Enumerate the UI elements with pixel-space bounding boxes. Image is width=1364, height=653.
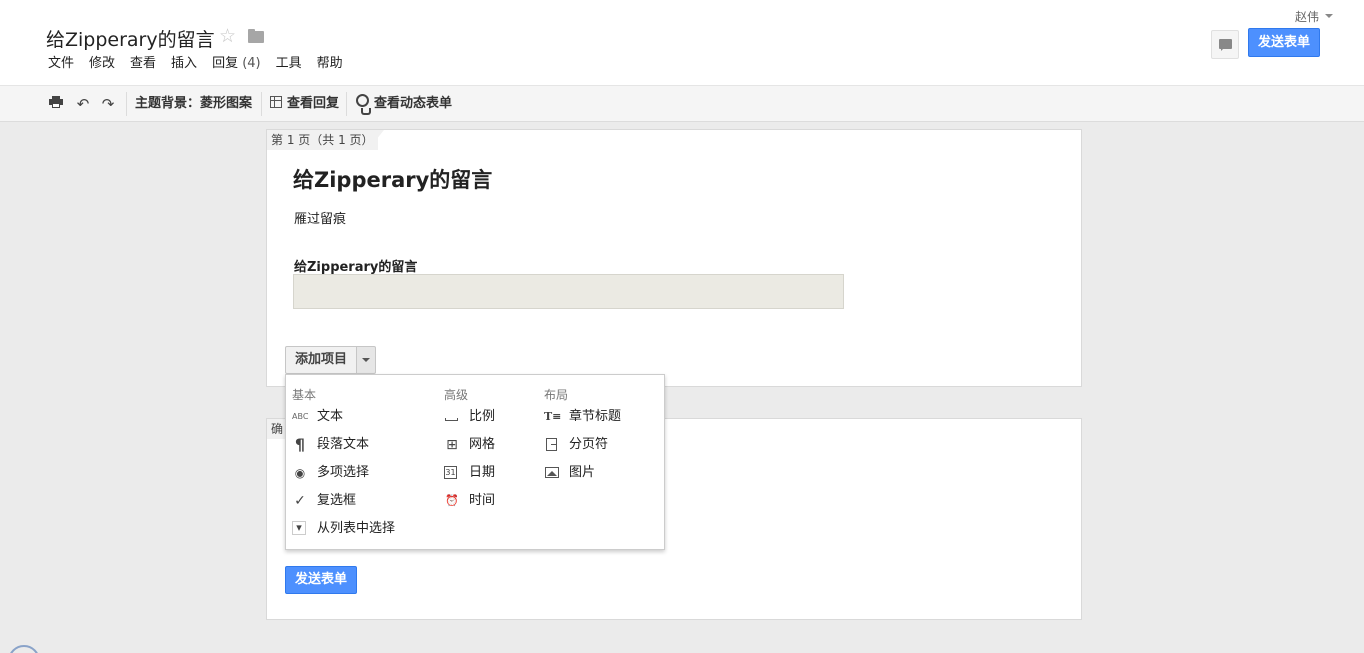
page-tab: 第 1 页（共 1 页）	[267, 130, 378, 150]
menu-item-time[interactable]: ⏰ 时间	[444, 491, 534, 511]
menu-item-label: 复选框	[317, 493, 357, 508]
user-name[interactable]: 赵伟	[1295, 8, 1319, 25]
toolbar-divider	[261, 92, 262, 116]
question-title[interactable]: 给Zipperary的留言	[294, 256, 417, 275]
menu-item-label: 段落文本	[317, 437, 370, 452]
chevron-down-icon[interactable]	[357, 346, 377, 374]
add-item-menu: 基本 高级 布局 ABC 文本 ¶ 段落文本 ◉ 多项选择 ✓ 复选框 ▾ 从列…	[285, 374, 665, 550]
grid-icon: ⊞	[446, 437, 458, 453]
menu-heading-layout: 布局	[544, 388, 569, 402]
confirmation-tab: 确认	[267, 419, 287, 439]
menu-item-checkboxes[interactable]: ✓ 复选框	[292, 491, 432, 511]
answer-input[interactable]	[293, 274, 844, 309]
menu-view[interactable]: 查看	[124, 55, 162, 75]
menu-item-text[interactable]: ABC 文本	[292, 407, 432, 427]
menu-item-date[interactable]: 31 日期	[444, 463, 534, 483]
menubar: 文件 修改 查看 插入 回复 (4) 工具 帮助	[42, 55, 352, 75]
menu-file[interactable]: 文件	[42, 55, 80, 75]
menu-item-label: 分页符	[569, 437, 609, 452]
view-responses-button[interactable]: 查看回复	[287, 96, 339, 112]
add-item-control: 添加项目	[285, 346, 377, 374]
scale-icon	[444, 409, 460, 425]
menu-item-page-break[interactable]: 分页符	[544, 435, 654, 455]
menu-item-label: 网格	[469, 437, 496, 452]
menu-item-label: 时间	[469, 493, 496, 508]
menu-item-section-header[interactable]: T≡ 章节标题	[544, 407, 654, 427]
menu-item-label: 多项选择	[317, 465, 370, 480]
menu-heading-basic: 基本	[292, 388, 317, 402]
menu-edit[interactable]: 修改	[83, 55, 121, 75]
text-icon: ABC	[292, 412, 309, 421]
form-description[interactable]: 雁过留痕	[294, 208, 346, 227]
page-break-icon	[544, 437, 560, 453]
redo-icon[interactable]: ↷	[99, 95, 117, 113]
menu-item-label: 章节标题	[569, 409, 622, 424]
menu-item-label: 日期	[469, 465, 496, 480]
folder-icon[interactable]	[248, 29, 264, 43]
clock-icon: ⏰	[445, 494, 459, 507]
app-header: 给Zipperary的留言 ☆ 文件 修改 查看 插入 回复 (4) 工具 帮助…	[0, 0, 1364, 86]
menu-responses[interactable]: 回复 (4)	[206, 55, 267, 75]
menu-item-scale[interactable]: 比例	[444, 407, 534, 427]
menu-item-choose-from-list[interactable]: ▾ 从列表中选择	[292, 519, 432, 539]
toolbar-divider	[346, 92, 347, 116]
help-circle-icon[interactable]	[8, 645, 40, 653]
menu-insert[interactable]: 插入	[165, 55, 203, 75]
menu-responses-count: (4)	[242, 56, 261, 71]
menu-item-paragraph-text[interactable]: ¶ 段落文本	[292, 435, 432, 455]
menu-item-grid[interactable]: ⊞ 网格	[444, 435, 534, 455]
toolbar-divider	[126, 92, 127, 116]
menu-heading-advanced: 高级	[444, 388, 469, 402]
menu-item-label: 文本	[317, 409, 344, 424]
theme-button[interactable]: 主题背景：菱形图案	[135, 96, 252, 112]
send-form-button[interactable]: 发送表单	[1248, 28, 1320, 57]
add-item-button[interactable]: 添加项目	[285, 346, 358, 374]
calendar-icon: 31	[444, 466, 457, 479]
comments-button[interactable]	[1211, 30, 1239, 59]
undo-icon[interactable]: ↶	[74, 95, 92, 113]
paragraph-icon: ¶	[294, 435, 306, 454]
form-page-card: 第 1 页（共 1 页） 给Zipperary的留言 雁过留痕 给Zippera…	[266, 129, 1082, 387]
toolbar: ↶ ↷ 主题背景：菱形图案 查看回复 查看动态表单	[0, 86, 1364, 122]
star-icon[interactable]: ☆	[219, 25, 236, 47]
menu-responses-label: 回复	[212, 56, 239, 71]
checkmark-icon: ✓	[294, 493, 306, 509]
image-icon	[544, 465, 560, 481]
menu-tools[interactable]: 工具	[270, 55, 308, 75]
doc-title[interactable]: 给Zipperary的留言	[46, 25, 215, 52]
menu-item-label: 从列表中选择	[317, 521, 396, 536]
menu-item-multiple-choice[interactable]: ◉ 多项选择	[292, 463, 432, 483]
section-header-icon: T≡	[544, 410, 562, 423]
menu-item-label: 比例	[469, 409, 496, 424]
chevron-down-icon[interactable]	[1325, 14, 1333, 18]
form-title[interactable]: 给Zipperary的留言	[293, 164, 492, 194]
menu-help[interactable]: 帮助	[311, 55, 349, 75]
radio-icon: ◉	[294, 466, 306, 480]
globe-icon	[356, 94, 371, 115]
menu-item-label: 图片	[569, 465, 596, 480]
dropdown-icon: ▾	[292, 521, 306, 535]
send-form-button-bottom[interactable]: 发送表单	[285, 566, 357, 594]
print-icon[interactable]	[49, 96, 63, 108]
comment-icon	[1219, 39, 1232, 51]
page-tab-corner	[368, 130, 384, 150]
view-live-form-button[interactable]: 查看动态表单	[374, 96, 452, 112]
menu-item-image[interactable]: 图片	[544, 463, 654, 483]
spreadsheet-icon	[270, 96, 282, 108]
